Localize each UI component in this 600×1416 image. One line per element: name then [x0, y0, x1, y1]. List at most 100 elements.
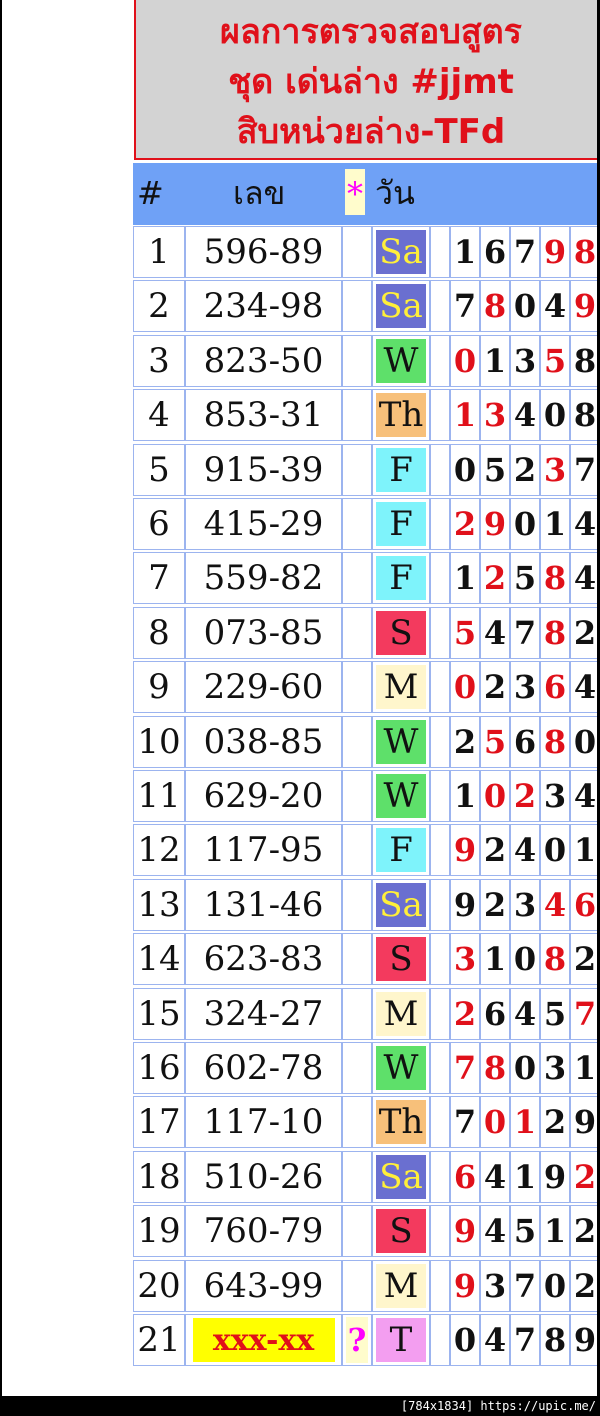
row-digit-text: 1: [453, 559, 477, 598]
row-digit: 8: [540, 606, 570, 659]
row-number: 7: [133, 552, 185, 605]
row-day-badge: Th: [376, 393, 426, 438]
row-digit-text: 0: [513, 940, 537, 979]
row-day-badge: M: [376, 1263, 426, 1308]
row-lek-text: 117-95: [203, 830, 324, 871]
row-lek: 510-26: [185, 1150, 342, 1203]
row-digit-text: 4: [483, 1212, 507, 1251]
row-digit-text: 3: [513, 341, 537, 380]
row-digit-text: 7: [573, 450, 597, 489]
row-lek: 623-83: [185, 933, 342, 986]
table-row: 9 229-60 M 0 2 3 6 4: [133, 661, 600, 715]
row-digit: 2: [570, 1259, 600, 1312]
row-digit: 9: [570, 280, 600, 333]
row-number-text: 9: [148, 667, 170, 708]
row-digit: 2: [570, 606, 600, 659]
table-header: # เลข * วัน: [133, 163, 600, 225]
row-lek: 629-20: [185, 770, 342, 822]
row-lek-text: 559-82: [203, 558, 324, 599]
row-digit: 9: [480, 498, 510, 550]
row-ask: [342, 498, 372, 550]
page: ผลการตรวจสอบสูตร ชุด เด่นล่าง #jjmt สิบห…: [0, 0, 600, 1396]
row-gap: [430, 1042, 450, 1094]
row-lek-text: 510-26: [203, 1156, 324, 1197]
row-digit: 0: [540, 1259, 570, 1312]
row-ask-mark: ?: [346, 1317, 368, 1363]
row-digit: 8: [570, 334, 600, 387]
row-gap: [430, 661, 450, 714]
row-lek: 073-85: [185, 606, 342, 659]
row-digit: 2: [570, 1205, 600, 1258]
row-gap: [430, 226, 450, 278]
row-digit: 1: [510, 1150, 540, 1203]
table-row: 8 073-85 S 5 4 7 8 2: [133, 606, 600, 661]
row-number: 17: [133, 1096, 185, 1149]
row-digit-text: 4: [543, 885, 567, 924]
row-digit: 2: [570, 933, 600, 986]
row-digit: 8: [540, 1314, 570, 1366]
row-digit: 2: [450, 498, 480, 550]
row-digit: 4: [540, 878, 570, 931]
row-digit-text: 6: [543, 668, 567, 707]
row-day: W: [372, 715, 430, 768]
row-digit-text: 3: [543, 1049, 567, 1087]
row-digit: 4: [510, 824, 540, 877]
row-number-text: 19: [137, 1211, 181, 1252]
row-number: 13: [133, 878, 185, 931]
row-gap: [430, 1259, 450, 1312]
row-gap: [430, 443, 450, 496]
row-day-text: T: [389, 1320, 413, 1360]
row-digit: 2: [450, 987, 480, 1040]
row-gap: [430, 1314, 450, 1366]
row-day: Sa: [372, 226, 430, 278]
row-digit: 1: [480, 933, 510, 986]
row-day-badge: S: [376, 610, 426, 655]
row-digit: 2: [480, 824, 510, 877]
row-digit-text: 8: [573, 396, 597, 435]
row-digit-text: 3: [483, 1266, 507, 1305]
row-day-text: F: [389, 504, 413, 544]
row-digit-text: 0: [573, 722, 597, 761]
row-digit: 1: [450, 226, 480, 278]
row-digit-text: 0: [543, 396, 567, 435]
row-digit: 0: [480, 1096, 510, 1149]
row-digit-text: 0: [483, 777, 507, 815]
row-digit-text: 8: [483, 287, 507, 326]
row-digit-text: 0: [513, 1049, 537, 1087]
row-digit: 8: [480, 1042, 510, 1094]
row-gap: [430, 389, 450, 442]
row-digit-text: 8: [543, 559, 567, 598]
row-digit-text: 7: [513, 233, 537, 271]
row-gap: [430, 552, 450, 605]
row-day: F: [372, 443, 430, 496]
row-digit-text: 2: [483, 559, 507, 598]
row-gap: [430, 933, 450, 986]
row-ask: [342, 770, 372, 822]
row-digit: 5: [510, 1205, 540, 1258]
row-day-badge: S: [376, 1209, 426, 1254]
row-ask: [342, 443, 372, 496]
row-lek-text: 623-83: [203, 939, 324, 980]
row-day-text: Sa: [379, 286, 423, 327]
table-row: 16 602-78 W 7 8 0 3 1: [133, 1042, 600, 1096]
row-digit-text: 2: [453, 505, 477, 543]
row-digit: 2: [450, 715, 480, 768]
row-digit: 0: [570, 715, 600, 768]
row-lek: 760-79: [185, 1205, 342, 1258]
row-digit: 9: [540, 226, 570, 278]
row-day: Th: [372, 389, 430, 442]
row-day-text: F: [389, 558, 413, 599]
row-digit: 0: [510, 498, 540, 550]
row-number: 10: [133, 715, 185, 768]
row-digit: 2: [540, 1096, 570, 1149]
row-number-text: 13: [137, 884, 181, 925]
row-lek-text: 629-20: [203, 776, 324, 816]
row-day-badge: T: [376, 1318, 426, 1362]
row-day: F: [372, 824, 430, 877]
row-digit-text: 0: [513, 505, 537, 543]
row-digit: 9: [450, 878, 480, 931]
row-number-text: 12: [137, 830, 181, 871]
row-digit-text: 7: [513, 1266, 537, 1305]
row-digit: 0: [450, 334, 480, 387]
left-edge: [0, 0, 2, 1396]
